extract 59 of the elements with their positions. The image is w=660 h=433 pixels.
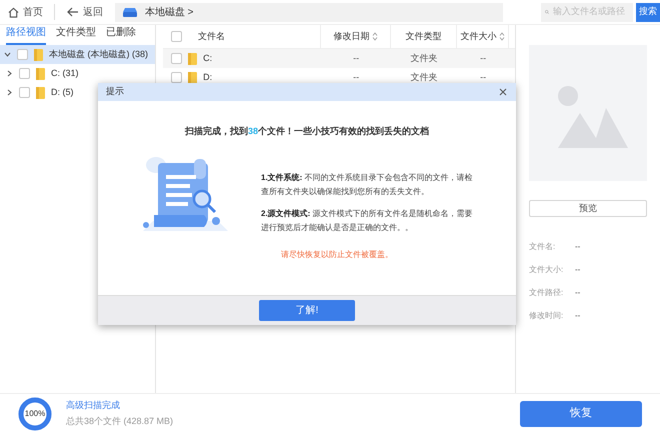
checkbox[interactable]: [17, 49, 28, 60]
tip-text: 1.文件系统: 不同的文件系统目录下会包含不同的文件，请检查所有文件夹以确保能找到您所有的丢失文件。: [261, 172, 474, 198]
tree-label: C: (31): [51, 66, 79, 80]
home-icon: [8, 6, 19, 18]
back-button[interactable]: 返回: [54, 4, 115, 20]
close-button[interactable]: [498, 87, 508, 97]
table-cell: --: [480, 72, 486, 82]
table-cell: 文件夹: [410, 52, 438, 63]
tab[interactable]: 已删除: [106, 25, 136, 45]
checkbox[interactable]: [171, 31, 182, 42]
checkbox[interactable]: [19, 68, 30, 79]
folder-icon: [36, 86, 45, 98]
tree-label: D: (5): [51, 86, 74, 99]
file-name: C:: [203, 52, 212, 65]
table-cell: --: [353, 72, 360, 82]
checkbox[interactable]: [171, 53, 182, 64]
checkbox[interactable]: [19, 87, 30, 98]
dialog-title: 提示: [106, 85, 124, 98]
sort-icon: [372, 32, 378, 41]
recover-button[interactable]: 恢复: [520, 400, 642, 426]
table-cell: --: [480, 52, 486, 63]
column-header[interactable]: 修改日期: [334, 30, 378, 44]
tree-label: 本地磁盘 (本地磁盘) (38): [49, 48, 148, 61]
field-label: 文件名:: [529, 240, 556, 253]
progress-percent: 100%: [24, 408, 46, 420]
field-value: --: [575, 310, 580, 322]
field-label: 修改时间:: [529, 310, 564, 322]
table-cell: 文件夹: [410, 72, 438, 82]
tree-item[interactable]: 本地磁盘 (本地磁盘) (38): [0, 45, 156, 64]
column-header[interactable]: 文件大小: [460, 30, 505, 44]
folder-icon: [34, 48, 43, 60]
column-header[interactable]: 文件名: [198, 30, 226, 44]
file-name: D:: [203, 70, 212, 84]
scan-status: 高级扫描完成: [66, 399, 121, 412]
tab[interactable]: 文件类型: [56, 25, 96, 45]
field-value: --: [575, 240, 580, 253]
tree-item[interactable]: C: (31): [0, 64, 156, 83]
search-button[interactable]: 搜索: [636, 2, 660, 22]
field-label: 文件大小:: [529, 264, 564, 276]
folder-icon: [36, 68, 45, 80]
checkbox[interactable]: [171, 72, 182, 83]
folder-icon: [188, 72, 198, 84]
home-button[interactable]: 首页: [0, 4, 54, 20]
drive-icon: [122, 7, 137, 17]
field-label: 文件路径:: [529, 286, 564, 299]
ok-button[interactable]: 了解!: [259, 300, 355, 321]
column-header[interactable]: 文件类型: [406, 30, 442, 44]
table-cell: --: [353, 52, 360, 63]
field-value: --: [575, 286, 580, 299]
field-value: --: [575, 264, 580, 276]
dialog-headline: 扫描完成，找到38个文件！一些小技巧有效的找到丢失的文档: [184, 125, 429, 138]
file-summary: 总共38个文件 (428.87 MB): [66, 414, 174, 428]
warning-text: 请尽快恢复以防止文件被覆盖。: [281, 248, 393, 260]
preview-button[interactable]: 预览: [529, 200, 647, 217]
back-arrow-icon: [66, 7, 79, 17]
tip-text: 2.源文件模式: 源文件模式下的所有文件名是随机命名，需要进行预览后才能确认是否是正确的文件。。: [261, 208, 474, 234]
folder-icon: [188, 52, 198, 64]
breadcrumb-text: 本地磁盘 >: [144, 6, 194, 20]
sort-icon: [498, 32, 505, 41]
